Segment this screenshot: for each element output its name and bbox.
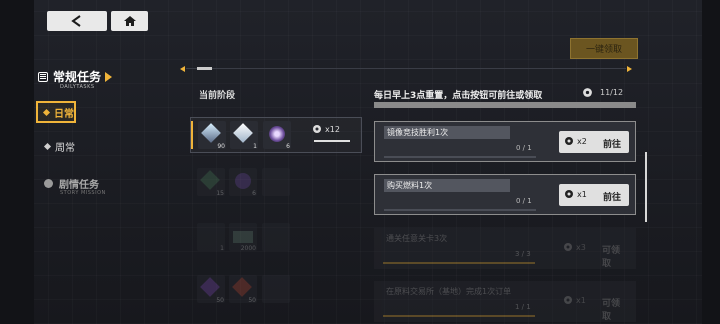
story-icon xyxy=(44,179,53,188)
task-name: 镜像竞技胜利1次 xyxy=(384,126,510,139)
left-edge xyxy=(0,0,34,324)
category-subtitle: DAILYTASKS xyxy=(60,84,95,90)
arrow-right-icon xyxy=(105,71,113,82)
stage-row[interactable]: 50 50 xyxy=(190,272,362,308)
stage-row[interactable]: 90 1 6 x12 xyxy=(190,117,362,153)
reward-amount: x3 xyxy=(576,243,586,252)
task-item-partial xyxy=(374,102,636,108)
task-progress-bar xyxy=(383,315,535,317)
task-progress-count: 11/12 xyxy=(600,88,624,97)
empty-slot-icon: 1 xyxy=(197,223,225,252)
list-icon xyxy=(38,71,48,82)
lens-orb-icon: 6 xyxy=(263,121,291,150)
gear-token-icon xyxy=(564,243,572,251)
task-name: 购买燃料1次 xyxy=(384,179,510,192)
sidebar-item-label: 日常 xyxy=(54,108,74,120)
gear-token-icon xyxy=(565,137,573,145)
category-header: 常规任务 xyxy=(38,68,113,85)
go-button[interactable]: x1 前往 xyxy=(559,184,629,206)
task-progress-bar xyxy=(383,262,535,264)
progress-rule xyxy=(180,66,632,72)
diamond-icon xyxy=(43,142,52,151)
task-count: 0 / 1 xyxy=(516,144,532,152)
task-count: 1 / 1 xyxy=(515,303,531,311)
right-edge xyxy=(702,0,720,324)
task-progress-bar xyxy=(384,209,536,211)
reward-amount: x1 xyxy=(577,190,587,199)
sidebar-item-label: 周常 xyxy=(55,143,75,154)
purple-crystal-icon: 50 xyxy=(197,275,225,304)
empty-slot-icon xyxy=(262,275,290,303)
red-ore-icon: 50 xyxy=(229,275,257,304)
task-count: 0 / 1 xyxy=(516,197,532,205)
sidebar-item-weekly[interactable]: 周常 xyxy=(43,139,75,154)
task-name: 在原料交易所（基地）完成1次订单 xyxy=(386,287,512,296)
empty-slot-icon xyxy=(262,168,290,196)
cube-icon: 1 xyxy=(230,121,258,150)
gear-token-icon xyxy=(583,88,592,97)
task-item[interactable]: 在原料交易所（基地）完成1次订单 1 / 1 x1 可领取 xyxy=(374,281,636,322)
task-item[interactable]: 购买燃料1次 0 / 1 x1 前往 xyxy=(374,174,636,215)
stage-panel-title: 当前阶段 xyxy=(199,91,236,101)
action-label: 可领取 xyxy=(602,246,621,269)
stage-row[interactable]: 1 2000 xyxy=(190,220,362,256)
action-label: 前往 xyxy=(603,193,622,203)
claim-button[interactable]: x1 可领取 xyxy=(558,290,628,322)
scrollbar[interactable] xyxy=(645,152,647,222)
green-crate-icon: 15 xyxy=(197,168,225,197)
gear-token-icon xyxy=(565,190,573,198)
sidebar-item-story[interactable]: 剧情任务 xyxy=(44,176,99,191)
crystal-icon: 90 xyxy=(198,121,226,150)
action-label: 前往 xyxy=(603,140,622,150)
task-item[interactable]: 镜像竞技胜利1次 0 / 1 x2 前往 xyxy=(374,121,636,162)
stage-total: x12 xyxy=(312,124,340,134)
lens-orb-icon: 6 xyxy=(229,168,257,197)
tasks-header: 每日早上3点重置，点击按钮可前往或领取 xyxy=(374,91,543,101)
back-button[interactable] xyxy=(47,11,107,31)
reward-amount: x2 xyxy=(577,137,587,146)
stage-row[interactable]: 15 6 xyxy=(190,165,362,201)
claim-button[interactable]: x3 可领取 xyxy=(558,237,628,269)
task-count: 3 / 3 xyxy=(515,250,531,258)
reward-amount: x1 xyxy=(576,296,586,305)
card-icon: 2000 xyxy=(229,223,257,252)
gear-token-icon xyxy=(313,125,321,133)
back-arrow-icon xyxy=(71,15,81,27)
sidebar-item-daily[interactable]: 日常 xyxy=(36,101,76,123)
home-icon xyxy=(123,16,136,26)
sidebar-item-label: 剧情任务 xyxy=(59,180,99,191)
action-label: 可领取 xyxy=(602,299,621,322)
story-subtitle: STORY MISSION xyxy=(60,190,106,196)
task-progress-bar xyxy=(384,156,536,158)
task-item[interactable]: 通关任意关卡3次 3 / 3 x3 可领取 xyxy=(374,228,636,269)
home-button[interactable] xyxy=(111,11,148,31)
empty-slot-icon xyxy=(262,223,290,251)
claim-all-button[interactable]: 一键领取 xyxy=(570,38,638,59)
task-name: 通关任意关卡3次 xyxy=(386,234,448,243)
diamond-icon xyxy=(42,108,51,116)
gear-token-icon xyxy=(564,296,572,304)
category-title: 常规任务 xyxy=(53,70,102,84)
go-button[interactable]: x2 前往 xyxy=(559,131,629,153)
